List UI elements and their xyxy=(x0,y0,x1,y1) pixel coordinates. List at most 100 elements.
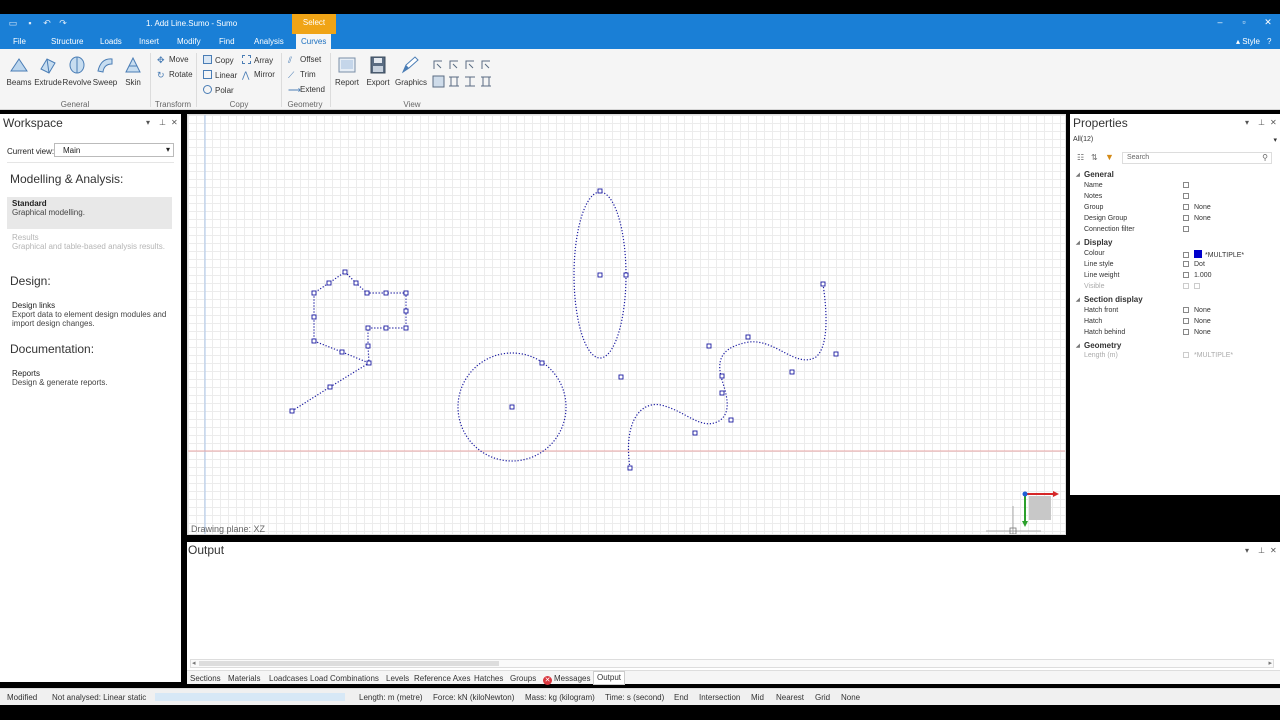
category-section-display[interactable]: Section display xyxy=(1076,295,1143,304)
category-geometry[interactable]: Geometry xyxy=(1076,341,1121,350)
workspace-item-standard[interactable]: Standard Graphical modelling. xyxy=(7,197,172,229)
redo-icon[interactable]: ↷ xyxy=(58,18,68,28)
minimize-button[interactable]: – xyxy=(1214,17,1226,27)
panel-dropdown-icon[interactable]: ▾ xyxy=(1245,546,1249,555)
tab-hatches[interactable]: Hatches xyxy=(474,674,503,683)
tab-modify[interactable]: Modify xyxy=(177,37,201,46)
status-time-unit[interactable]: Time: s (second) xyxy=(605,693,664,702)
close-icon[interactable]: ✕ xyxy=(1270,118,1277,127)
array-button[interactable]: Array xyxy=(242,55,273,65)
tab-file[interactable]: File xyxy=(13,37,26,46)
tab-reference-axes[interactable]: Reference Axes xyxy=(414,674,470,683)
prop-row-hatch-behind[interactable]: Hatch behind None xyxy=(1084,329,1280,340)
prop-checkbox[interactable] xyxy=(1183,318,1189,324)
close-button[interactable]: ✕ xyxy=(1262,17,1274,28)
tab-materials[interactable]: Materials xyxy=(228,674,260,683)
offset-button[interactable]: ⫽ Offset xyxy=(288,55,321,65)
extend-button[interactable]: ⟶Extend xyxy=(288,85,325,95)
snap-nearest[interactable]: Nearest xyxy=(776,693,804,702)
scroll-right-icon[interactable]: ▸ xyxy=(1268,659,1272,667)
tab-find[interactable]: Find xyxy=(219,37,235,46)
tab-levels[interactable]: Levels xyxy=(386,674,409,683)
mirror-button[interactable]: ⋀ Mirror xyxy=(242,70,275,80)
prop-checkbox[interactable] xyxy=(1183,204,1189,210)
tab-loads[interactable]: Loads xyxy=(100,37,122,46)
prop-row-hatch-front[interactable]: Hatch front None xyxy=(1084,307,1280,318)
prop-checkbox[interactable] xyxy=(1183,272,1189,278)
properties-search-input[interactable]: Search ⚲ xyxy=(1122,152,1272,164)
export-button[interactable]: Export xyxy=(363,55,393,87)
report-button[interactable]: Report xyxy=(332,55,362,87)
output-horizontal-scrollbar[interactable]: ◂ ▸ xyxy=(190,659,1274,668)
polar-button[interactable]: Polar xyxy=(203,85,234,95)
maximize-button[interactable]: ▫ xyxy=(1238,17,1250,27)
prop-row-colour[interactable]: Colour *MULTIPLE* xyxy=(1084,250,1280,261)
snap-grid[interactable]: Grid xyxy=(815,693,830,702)
graphics-button[interactable]: Graphics xyxy=(395,55,427,87)
tab-insert[interactable]: Insert xyxy=(139,37,159,46)
current-view-select[interactable]: Main ▾ xyxy=(54,143,174,157)
status-mass-unit[interactable]: Mass: kg (kilogram) xyxy=(525,693,595,702)
tab-loadcases[interactable]: Loadcases xyxy=(269,674,308,683)
snap-none[interactable]: None xyxy=(841,693,860,702)
prop-checkbox[interactable] xyxy=(1183,215,1189,221)
prop-row-line-weight[interactable]: Line weight 1.000 xyxy=(1084,272,1280,283)
linear-button[interactable]: Linear xyxy=(203,70,237,80)
prop-checkbox[interactable] xyxy=(1183,252,1189,258)
prop-row-connection-filter[interactable]: Connection filter xyxy=(1084,226,1280,237)
tab-load-combinations[interactable]: Load Combinations xyxy=(310,674,379,683)
prop-checkbox[interactable] xyxy=(1183,226,1189,232)
prop-checkbox[interactable] xyxy=(1183,193,1189,199)
workspace-item-design-links[interactable]: Design links Export data to element desi… xyxy=(7,299,172,330)
skin-button[interactable]: Skin xyxy=(118,55,148,87)
prop-row-group[interactable]: Group None xyxy=(1084,204,1280,215)
tab-sections[interactable]: Sections xyxy=(190,674,221,683)
scroll-left-icon[interactable]: ◂ xyxy=(192,659,196,667)
prop-row-hatch[interactable]: Hatch None xyxy=(1084,318,1280,329)
colour-swatch[interactable] xyxy=(1194,250,1202,258)
help-icon[interactable]: ? xyxy=(1267,37,1271,46)
trim-button[interactable]: ⟋ Trim xyxy=(288,70,316,80)
filter-icon[interactable]: ▼ xyxy=(1105,152,1114,162)
pin-icon[interactable]: ⊥ xyxy=(1258,546,1265,555)
tab-curves[interactable]: Curves xyxy=(296,34,332,49)
extrude-button[interactable]: Extrude xyxy=(33,55,63,87)
style-menu[interactable]: ▴ Style xyxy=(1236,37,1260,46)
snap-end[interactable]: End xyxy=(674,693,688,702)
prop-checkbox[interactable] xyxy=(1183,261,1189,267)
selection-filter-select[interactable]: All(12) ▾ xyxy=(1073,136,1277,146)
prop-checkbox[interactable] xyxy=(1183,182,1189,188)
categorized-icon[interactable]: ☷ xyxy=(1077,153,1084,162)
tab-structure[interactable]: Structure xyxy=(51,37,83,46)
spline-curve[interactable] xyxy=(628,283,827,469)
beams-button[interactable]: Beams xyxy=(4,55,34,87)
prop-checkbox[interactable] xyxy=(1183,307,1189,313)
sort-icon[interactable]: ⇅ xyxy=(1091,153,1098,162)
curves-drawing[interactable] xyxy=(188,115,1066,535)
tab-analysis[interactable]: Analysis xyxy=(254,37,284,46)
category-general[interactable]: General xyxy=(1076,170,1114,179)
status-force-unit[interactable]: Force: kN (kiloNewton) xyxy=(433,693,514,702)
panel-dropdown-icon[interactable]: ▾ xyxy=(1245,118,1249,127)
open-icon[interactable]: ▭ xyxy=(8,18,18,28)
move-button[interactable]: ✥ Move xyxy=(157,55,189,65)
polyline-curve[interactable] xyxy=(291,271,407,412)
scroll-thumb[interactable] xyxy=(199,661,499,666)
copy-button[interactable]: Copy xyxy=(203,55,234,65)
workspace-item-reports[interactable]: Reports Design & generate reports. xyxy=(7,367,172,389)
sweep-button[interactable]: Sweep xyxy=(90,55,120,87)
rotate-button[interactable]: ↻ Rotate xyxy=(157,70,193,80)
prop-checkbox[interactable] xyxy=(1183,329,1189,335)
revolve-button[interactable]: Revolve xyxy=(62,55,92,87)
drawing-canvas[interactable]: Drawing plane: XZ xyxy=(187,114,1066,535)
prop-row-notes[interactable]: Notes xyxy=(1084,193,1280,204)
tab-groups[interactable]: Groups xyxy=(510,674,536,683)
close-icon[interactable]: ✕ xyxy=(171,118,178,127)
save-icon[interactable]: ▪ xyxy=(25,18,35,28)
undo-icon[interactable]: ↶ xyxy=(42,18,52,28)
view-tools-icons[interactable] xyxy=(431,58,493,90)
tab-messages[interactable]: ✕ Messages xyxy=(543,674,590,685)
pin-icon[interactable]: ⊥ xyxy=(1258,118,1265,127)
control-points[interactable] xyxy=(289,188,839,471)
snap-intersection[interactable]: Intersection xyxy=(699,693,740,702)
